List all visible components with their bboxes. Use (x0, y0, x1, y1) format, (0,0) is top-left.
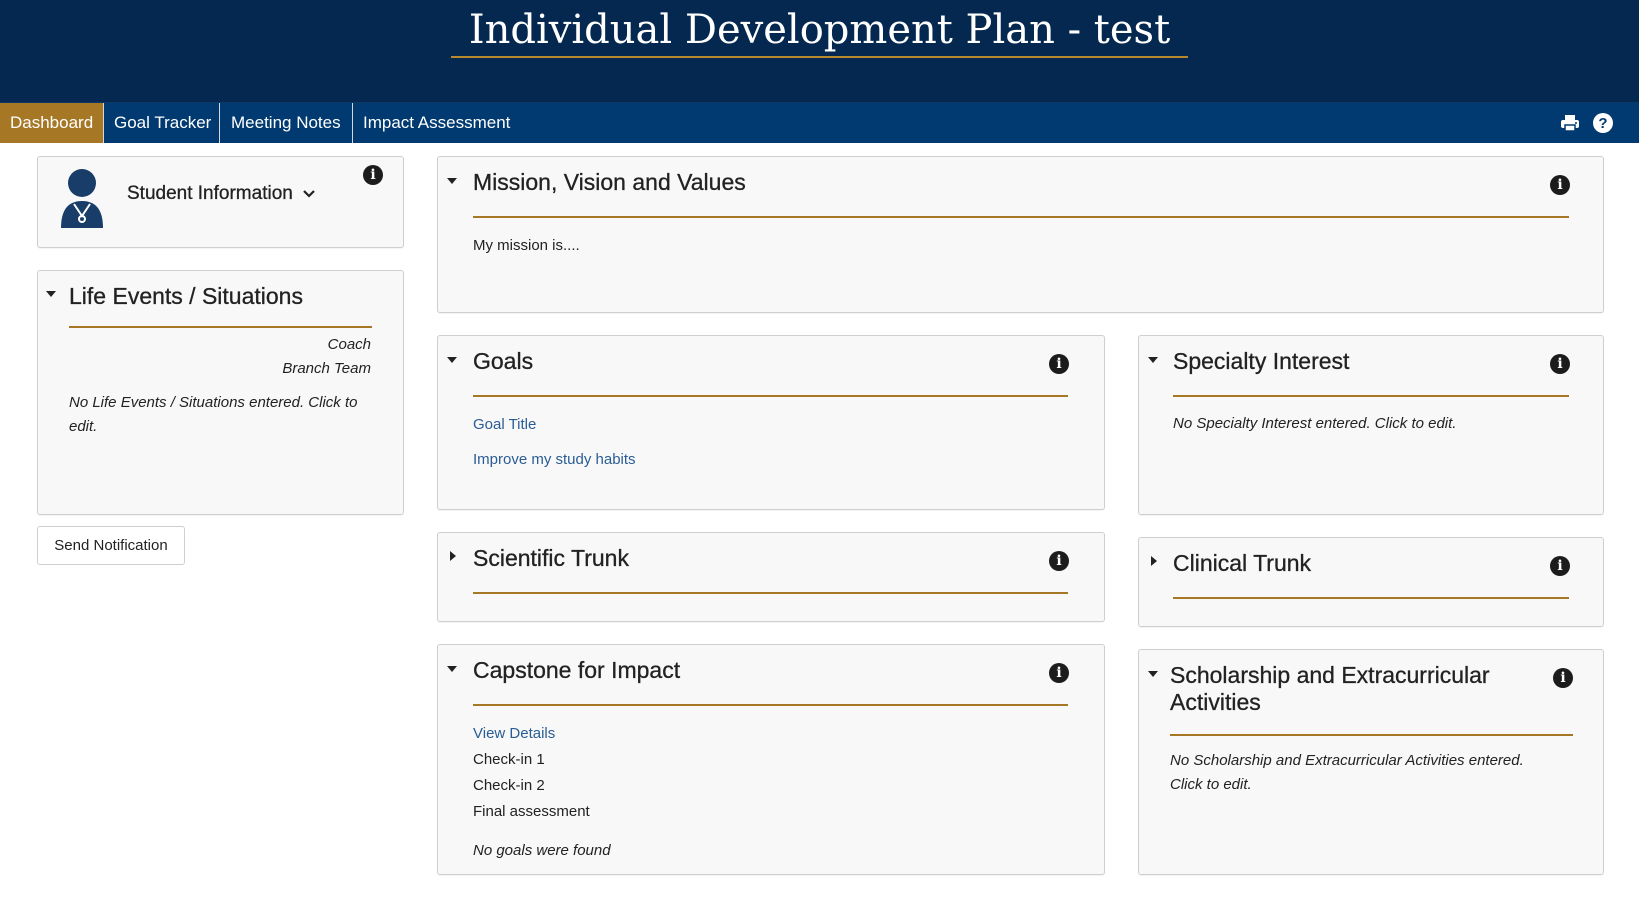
scholarship-empty-message[interactable]: No Scholarship and Extracurricular Activ… (1170, 749, 1550, 797)
info-icon[interactable]: i (1553, 668, 1573, 688)
nav-divider (219, 103, 220, 143)
collapse-caret-icon[interactable] (1148, 357, 1158, 363)
clinical-trunk-title: Clinical Trunk (1173, 550, 1312, 576)
section-divider (473, 592, 1068, 594)
collapse-caret-icon[interactable] (1148, 671, 1158, 677)
goals-card: Goals Goal Title Improve my study habits… (437, 335, 1105, 510)
goals-title: Goals (473, 348, 534, 374)
mission-text[interactable]: My mission is.... (473, 237, 580, 254)
specialty-empty-message[interactable]: No Specialty Interest entered. Click to … (1173, 412, 1456, 436)
clinical-trunk-card: Clinical Trunk i (1138, 537, 1604, 627)
capstone-item: Check-in 2 (473, 777, 545, 794)
tab-meeting-notes[interactable]: Meeting Notes (221, 103, 351, 143)
scholarship-title-line: Scholarship and Extracurricular (1170, 662, 1490, 688)
collapse-caret-icon[interactable] (447, 178, 457, 184)
scholarship-title: Scholarship and Extracurricular Activiti… (1170, 662, 1490, 716)
tab-dashboard[interactable]: Dashboard (0, 103, 103, 143)
collapse-caret-icon[interactable] (46, 291, 56, 297)
life-events-card: Life Events / Situations Coach Branch Te… (37, 270, 404, 515)
branch-team-label: Branch Team (282, 360, 371, 377)
info-icon[interactable]: i (1550, 175, 1570, 195)
capstone-title: Capstone for Impact (473, 657, 681, 683)
tab-goal-tracker[interactable]: Goal Tracker (104, 103, 221, 143)
goal-title-link[interactable]: Goal Title (473, 416, 536, 433)
section-divider (473, 216, 1569, 218)
specialty-card: Specialty Interest No Specialty Interest… (1138, 335, 1604, 515)
svg-text:?: ? (1598, 115, 1607, 132)
capstone-item: Final assessment (473, 803, 590, 820)
info-icon[interactable]: i (1049, 663, 1069, 683)
coach-label: Coach (327, 336, 371, 353)
section-divider (1170, 734, 1573, 736)
life-events-empty-message[interactable]: No Life Events / Situations entered. Cli… (69, 391, 373, 439)
tab-impact-assessment[interactable]: Impact Assessment (353, 103, 520, 143)
mission-card: Mission, Vision and Values My mission is… (437, 156, 1604, 313)
capstone-empty-message: No goals were found (473, 842, 611, 859)
student-avatar-icon (61, 169, 103, 228)
scientific-trunk-card: Scientific Trunk i (437, 532, 1105, 622)
info-icon[interactable]: i (1550, 556, 1570, 576)
info-icon[interactable]: i (1550, 354, 1570, 374)
capstone-card: Capstone for Impact View Details Check-i… (437, 644, 1105, 875)
expand-caret-icon[interactable] (1151, 556, 1157, 566)
section-divider (473, 704, 1068, 706)
send-notification-button[interactable]: Send Notification (37, 526, 185, 565)
section-divider (1173, 395, 1569, 397)
student-info-toggle[interactable]: Student Information (127, 183, 316, 205)
student-info-label: Student Information (127, 183, 293, 204)
expand-caret-icon[interactable] (450, 551, 456, 561)
life-events-title: Life Events / Situations (69, 283, 303, 309)
specialty-title: Specialty Interest (1173, 348, 1350, 374)
chevron-down-icon (303, 190, 315, 198)
scholarship-title-line: Activities (1170, 689, 1261, 715)
info-icon[interactable]: i (1049, 354, 1069, 374)
view-details-link[interactable]: View Details (473, 725, 555, 742)
help-icon[interactable]: ? (1592, 112, 1614, 134)
scholarship-card: Scholarship and Extracurricular Activiti… (1138, 649, 1604, 875)
page-title: Individual Development Plan - test (450, 4, 1189, 58)
student-info-card: Student Information i (37, 156, 404, 248)
collapse-caret-icon[interactable] (447, 666, 457, 672)
section-divider (1173, 597, 1569, 599)
goal-item-link[interactable]: Improve my study habits (473, 451, 636, 468)
info-icon[interactable]: i (363, 165, 383, 185)
capstone-item: Check-in 1 (473, 751, 545, 768)
scientific-trunk-title: Scientific Trunk (473, 545, 629, 571)
section-divider (473, 395, 1068, 397)
section-divider (69, 326, 372, 328)
mission-title: Mission, Vision and Values (473, 169, 746, 195)
collapse-caret-icon[interactable] (447, 357, 457, 363)
page-header: Individual Development Plan - test (0, 0, 1639, 102)
print-icon[interactable] (1559, 112, 1581, 134)
info-icon[interactable]: i (1049, 551, 1069, 571)
nav-bar: Dashboard Goal Tracker Meeting Notes Imp… (0, 102, 1639, 143)
